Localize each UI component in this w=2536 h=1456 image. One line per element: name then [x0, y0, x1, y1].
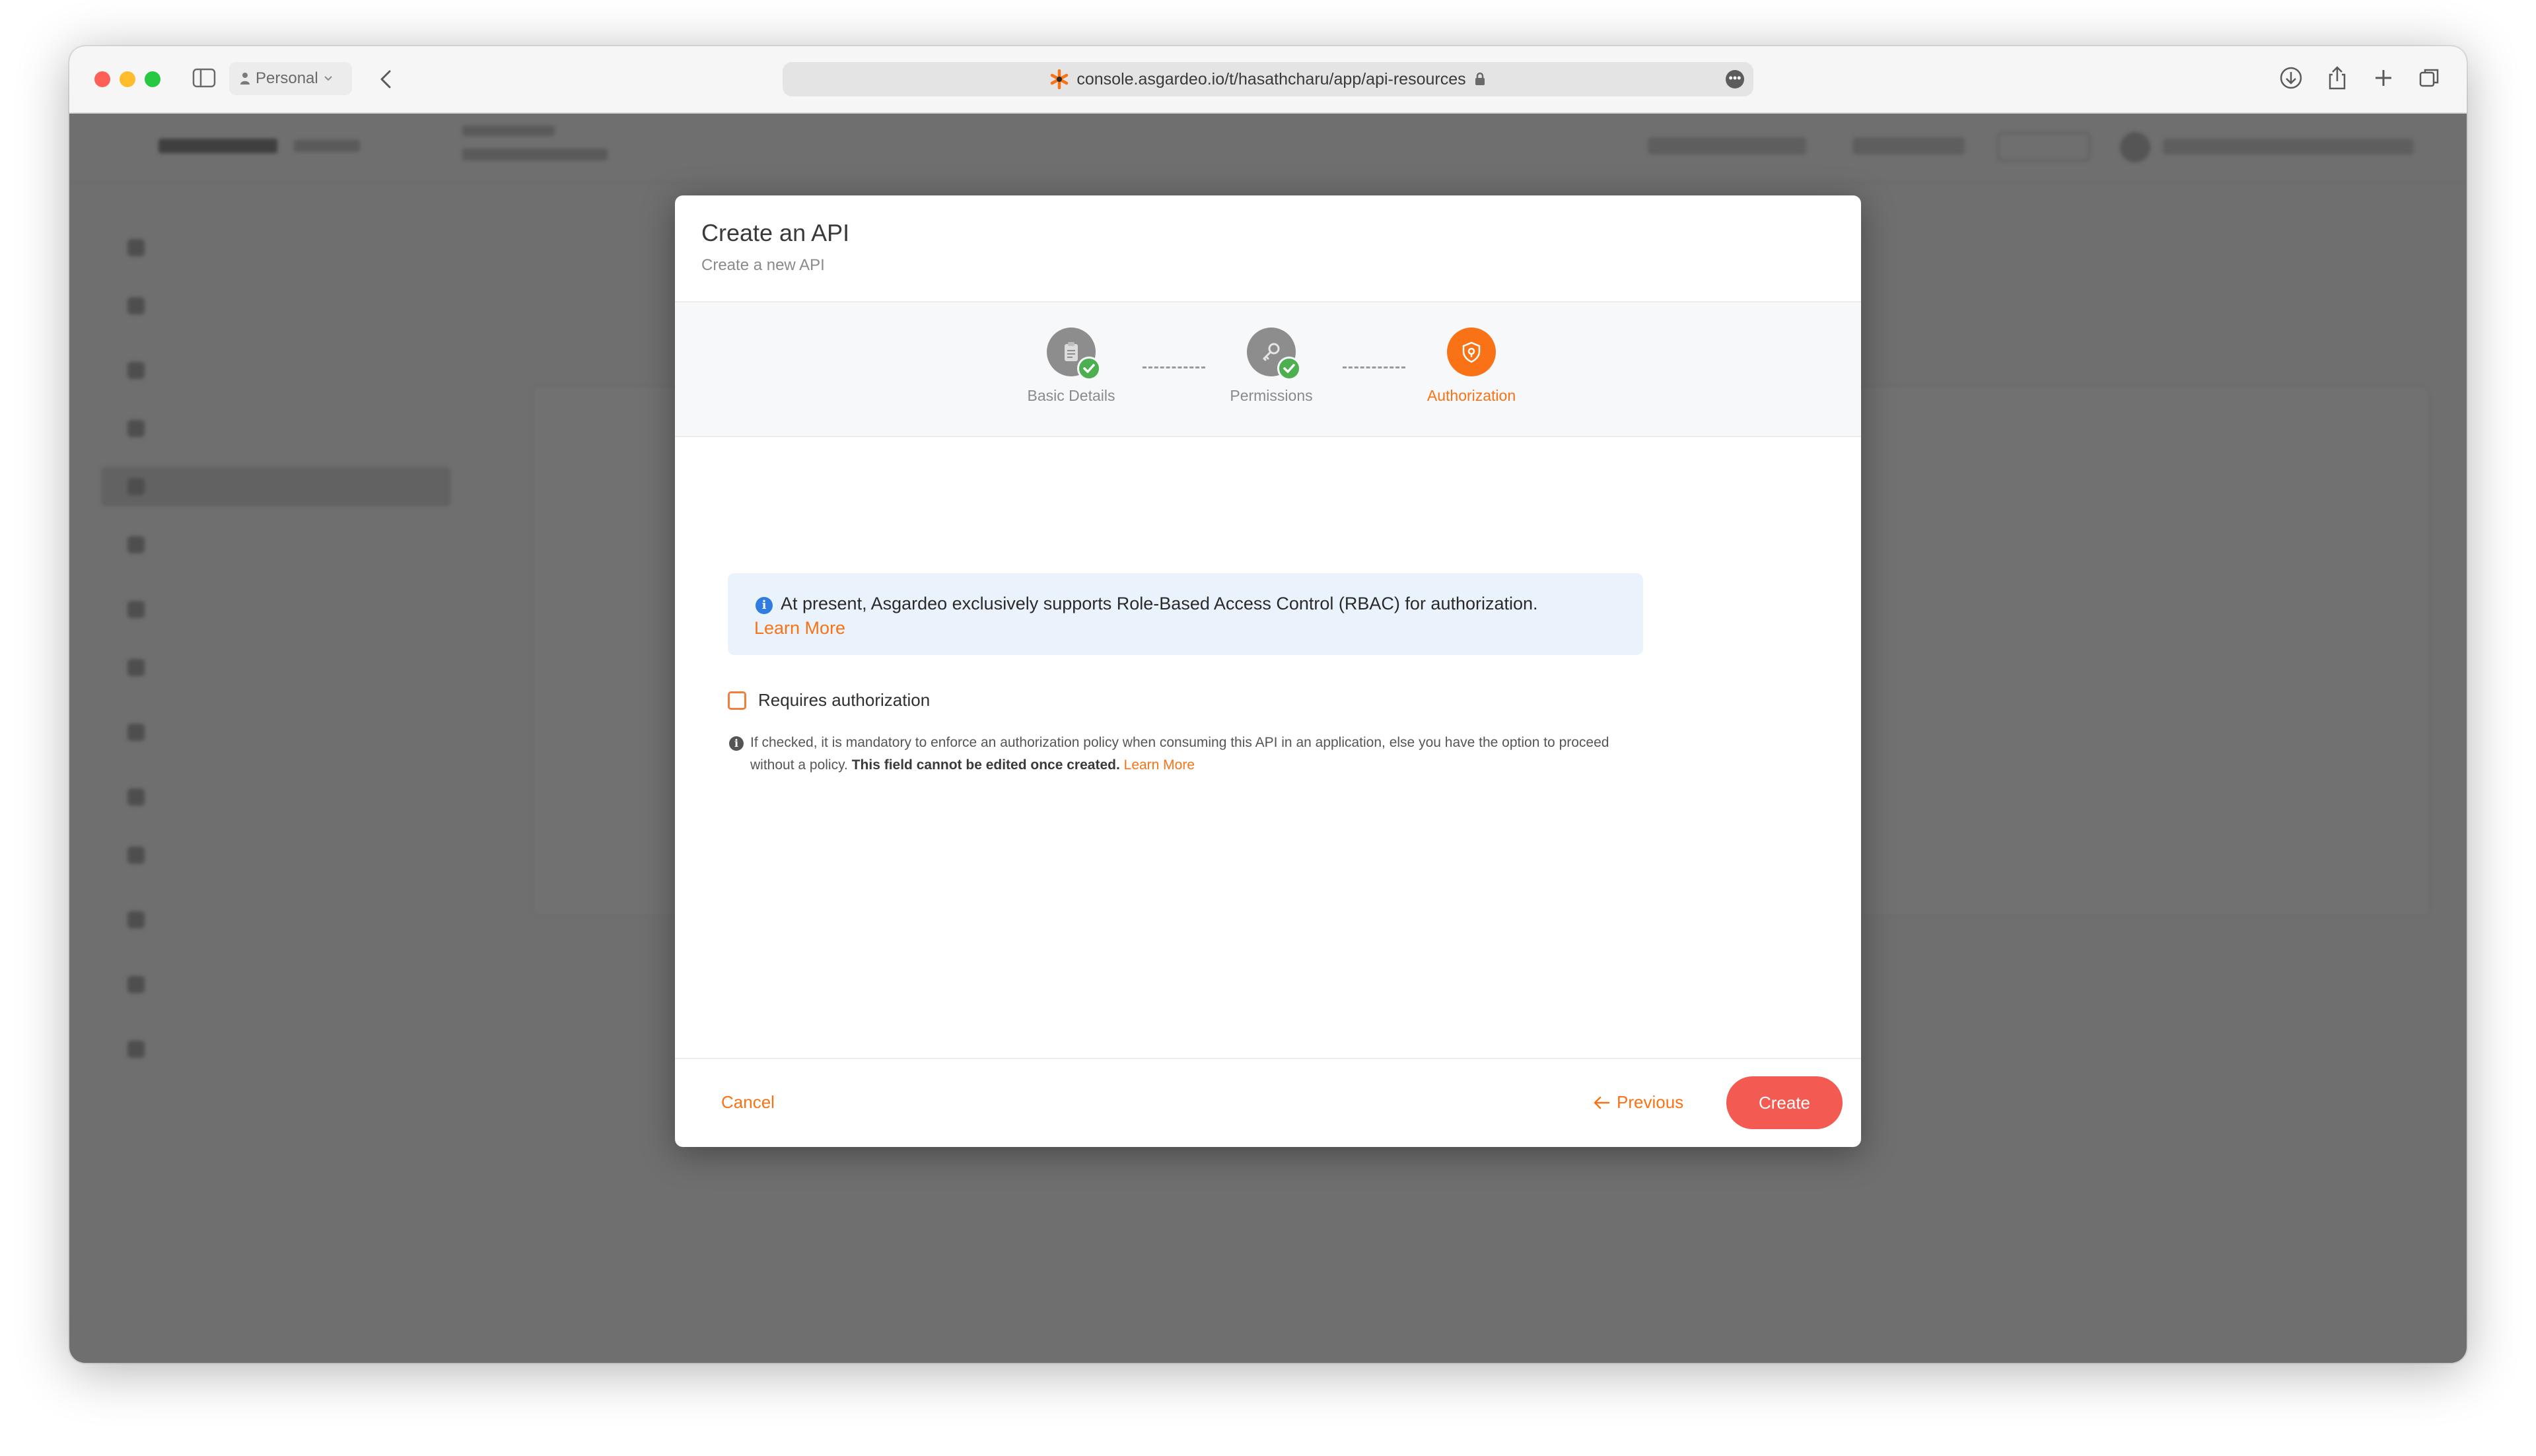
modal-footer: Cancel Previous Create: [675, 1058, 1861, 1147]
previous-label: Previous: [1617, 1092, 1684, 1112]
share-icon[interactable]: [2324, 65, 2350, 91]
org-switcher: [462, 149, 608, 160]
chevron-down-icon: [324, 76, 332, 81]
back-button[interactable]: [373, 66, 400, 92]
step-label: Permissions: [1230, 387, 1313, 404]
logo: [158, 139, 277, 153]
step-circle: [1047, 328, 1101, 380]
shield-icon: [1462, 341, 1481, 363]
sidebar-item: [101, 228, 451, 267]
documentation-link: [1648, 137, 1806, 155]
person-icon: [240, 73, 250, 85]
info-icon: i: [729, 736, 744, 751]
step-circle: [1247, 328, 1301, 380]
requires-authorization-row[interactable]: Requires authorization: [728, 690, 930, 711]
cancel-button[interactable]: Cancel: [721, 1092, 775, 1113]
browser-window: Personal console.asgardeo.io/t/hasathcha…: [69, 46, 2467, 1363]
browser-titlebar: Personal console.asgardeo.io/t/hasathcha…: [69, 46, 2467, 114]
upgrade-button: [1998, 132, 2090, 161]
step-authorization: Authorization: [1405, 328, 1537, 405]
arrow-left-icon: [1594, 1096, 1610, 1109]
sidebar-item: [101, 409, 451, 448]
info-text: At present, Asgardeo exclusively support…: [754, 594, 1538, 638]
more-options-icon[interactable]: •••: [1726, 70, 1744, 88]
hint-bold-text: This field cannot be edited once created…: [851, 757, 1120, 773]
url-text: console.asgardeo.io/t/hasathcharu/app/ap…: [1076, 69, 1466, 88]
sidebar: [69, 182, 472, 1363]
step-basic-details: Basic Details: [1005, 328, 1137, 405]
create-button[interactable]: Create: [1726, 1076, 1843, 1129]
sidebar-item: [101, 1029, 451, 1069]
step-connector: [1343, 366, 1405, 368]
help-link: [1852, 137, 1965, 155]
lock-icon: [1475, 72, 1485, 85]
sidebar-item: [101, 351, 451, 390]
avatar: [2120, 132, 2150, 162]
close-window-button[interactable]: [94, 71, 110, 87]
step-label: Authorization: [1426, 387, 1516, 404]
new-tab-icon[interactable]: [2370, 65, 2397, 91]
previous-button[interactable]: Previous: [1593, 1092, 1683, 1113]
sidebar-item: [101, 777, 451, 817]
download-icon[interactable]: [2278, 65, 2304, 91]
step-circle-active: [1447, 328, 1496, 376]
app-header: [69, 112, 2467, 183]
user-email: [2163, 139, 2414, 155]
sidebar-item: [101, 712, 451, 752]
authorization-hint: i If checked, it is mandatory to enforce…: [728, 732, 1652, 777]
learn-more-link[interactable]: Learn More: [754, 618, 845, 638]
modal-title: Create an API: [701, 219, 850, 246]
requires-authorization-checkbox[interactable]: [728, 691, 746, 710]
sidebar-item: [101, 835, 451, 875]
address-bar[interactable]: console.asgardeo.io/t/hasathcharu/app/ap…: [783, 62, 1753, 96]
info-message: i At present, Asgardeo exclusively suppo…: [728, 573, 1643, 655]
sidebar-item: [101, 965, 451, 1004]
step-permissions: Permissions: [1205, 328, 1337, 405]
org-switcher-label: [462, 125, 555, 136]
hint-learn-more-link[interactable]: Learn More: [1124, 757, 1195, 773]
sidebar-item-active: [101, 467, 451, 506]
sidebar-item: [101, 648, 451, 687]
modal-header: Create an API Create a new API: [675, 195, 1861, 302]
check-icon: [1077, 357, 1101, 380]
step-connector: [1143, 366, 1205, 368]
sidebar-item: [101, 286, 451, 326]
profile-label: Personal: [256, 69, 318, 87]
profile-switcher[interactable]: Personal: [229, 62, 352, 95]
sidebar-toggle-icon[interactable]: [192, 67, 216, 88]
sidebar-item: [101, 590, 451, 629]
logo-subtext: [294, 140, 360, 152]
zoom-window-button[interactable]: [145, 71, 160, 87]
sidebar-item: [101, 525, 451, 565]
checkbox-label: Requires authorization: [758, 690, 931, 710]
modal-subtitle: Create a new API: [701, 256, 825, 274]
minimize-window-button[interactable]: [120, 71, 135, 87]
step-label: Basic Details: [1027, 387, 1115, 404]
sidebar-item: [101, 900, 451, 940]
create-api-modal: Create an API Create a new API Basic Det…: [675, 195, 1861, 1147]
site-favicon-icon: [1051, 69, 1069, 89]
wizard-stepper: Basic Details Permissions Authorization: [675, 302, 1861, 437]
tab-overview-icon[interactable]: [2416, 65, 2443, 91]
check-icon: [1277, 357, 1301, 380]
